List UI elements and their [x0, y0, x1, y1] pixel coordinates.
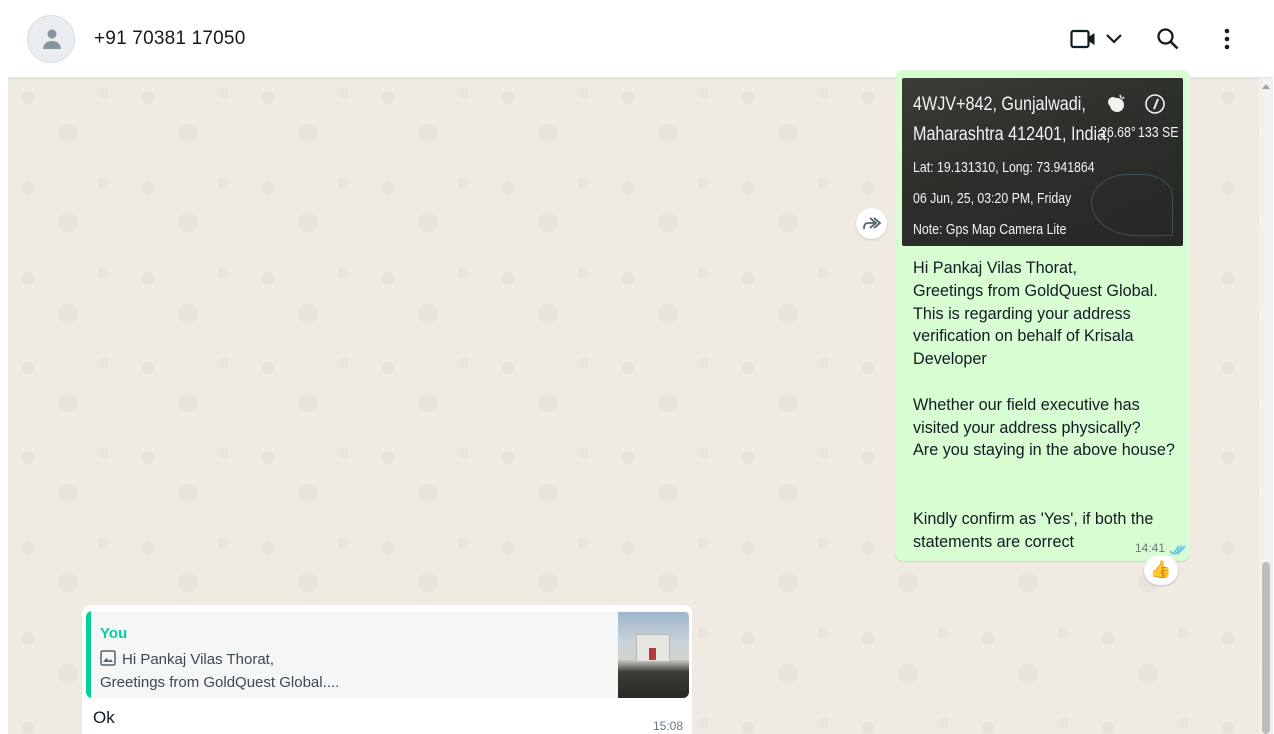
reply-time: 15:08	[653, 719, 684, 733]
forward-button[interactable]	[856, 208, 887, 239]
quote-thumbnail	[618, 612, 689, 698]
image-icon	[100, 650, 116, 666]
reaction-badge[interactable]: 👍	[1144, 555, 1178, 585]
chevron-down-icon[interactable]	[1105, 31, 1123, 52]
geo-address-line2: Maharashtra 412401, India,	[913, 124, 1111, 145]
weather-icon	[1106, 92, 1128, 119]
geo-datetime: 06 Jun, 25, 03:20 PM, Friday	[913, 191, 1072, 207]
quote-preview-line2: Greetings from GoldQuest Global....	[100, 674, 340, 691]
compass-icon	[1144, 93, 1166, 120]
scroll-up-arrow[interactable]	[1262, 84, 1270, 89]
avatar[interactable]	[27, 15, 75, 63]
geo-note: Note: Gps Map Camera Lite	[913, 222, 1067, 238]
search-icon[interactable]	[1156, 27, 1180, 56]
geo-address-line1: 4WJV+842, Gunjalwadi,	[913, 94, 1086, 115]
forward-icon	[863, 217, 882, 230]
menu-icon[interactable]	[1223, 27, 1231, 56]
quote-author: You	[100, 625, 128, 642]
quote-preview-line1: Hi Pankaj Vilas Thorat,	[100, 650, 274, 668]
thumbnail-door	[649, 648, 656, 660]
chat-scrollbar[interactable]	[1259, 78, 1273, 734]
contact-name[interactable]: +91 70381 17050	[94, 28, 245, 50]
incoming-message[interactable]: You Hi Pankaj Vilas Thorat, Greetings fr…	[82, 605, 692, 734]
chat-window: +91 70381 17050 4WJV+842, Gunjalwadi, Ma…	[8, 0, 1273, 734]
quote-line1-text: Hi Pankaj Vilas Thorat,	[122, 651, 275, 668]
reply-text: Ok	[93, 708, 115, 727]
outgoing-message[interactable]: 4WJV+842, Gunjalwadi, Maharashtra 412401…	[895, 70, 1190, 561]
quoted-message[interactable]: You Hi Pankaj Vilas Thorat, Greetings fr…	[86, 611, 689, 698]
geo-temperature: 26.68°	[1100, 125, 1136, 141]
geo-coordinates: Lat: 19.131310, Long: 73.941864	[913, 160, 1095, 176]
message-time: 14:41	[1135, 541, 1166, 555]
chat-header: +91 70381 17050	[8, 0, 1273, 78]
quote-accent-bar	[86, 611, 91, 698]
scroll-thumb[interactable]	[1262, 562, 1270, 734]
message-text: Hi Pankaj Vilas Thorat, Greetings from G…	[913, 259, 1175, 551]
location-photo[interactable]: 4WJV+842, Gunjalwadi, Maharashtra 412401…	[902, 78, 1183, 246]
person-icon	[43, 29, 61, 49]
video-call-icon[interactable]	[1070, 27, 1097, 56]
geo-compass-reading: 133 SE	[1138, 125, 1179, 141]
